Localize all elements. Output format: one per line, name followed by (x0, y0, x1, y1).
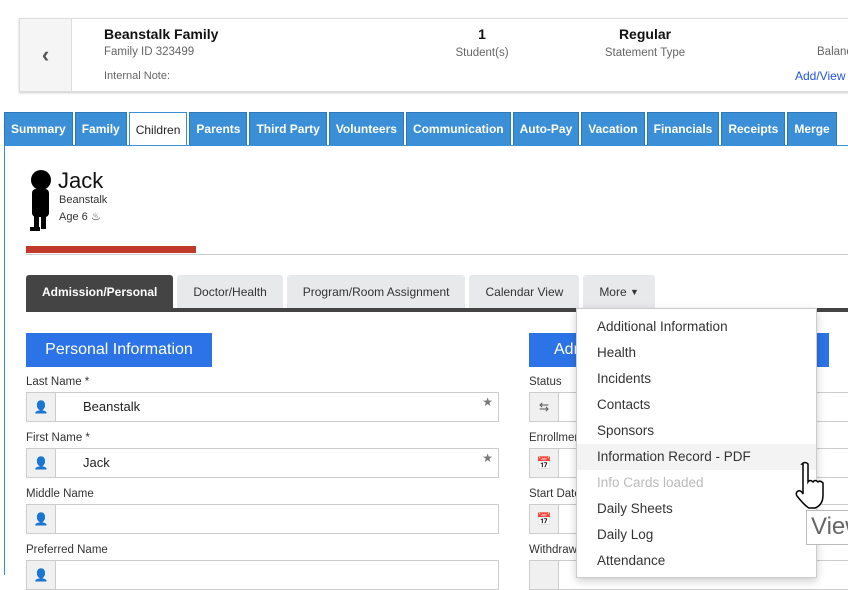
first-name-value: Jack (83, 455, 110, 470)
more-label: More (599, 285, 627, 299)
star-icon[interactable]: ★ (477, 393, 498, 421)
add-view-link[interactable]: Add/View (795, 69, 845, 83)
family-id: Family ID 323499 (104, 46, 195, 58)
tab-parents[interactable]: Parents (189, 112, 248, 145)
birthday-cake-icon: ♨ (90, 211, 101, 223)
user-icon: 👤 (27, 393, 56, 421)
child-first-name: Jack (58, 168, 104, 193)
subtab-calendar-view[interactable]: Calendar View (469, 275, 580, 309)
user-icon: 👤 (27, 561, 56, 589)
last-name-value: Beanstalk (83, 399, 141, 414)
students-label: Student(s) (455, 47, 509, 59)
tab-children[interactable]: Children (128, 112, 188, 146)
menu-item-additional-information[interactable]: Additional Information (577, 314, 816, 340)
middle-name-field[interactable]: 👤 (26, 504, 499, 534)
family-tabs: Summary Family Children Parents Third Party V… (4, 112, 837, 146)
statement-label: Statement Type (604, 47, 686, 59)
menu-item-info-cards-loaded: Info Cards loaded (597, 475, 704, 490)
tab-auto-pay[interactable]: Auto-Pay (512, 112, 580, 145)
calendar-plus-icon: 📅 (530, 449, 559, 477)
preferred-name-field[interactable]: 👤 (26, 560, 499, 590)
child-silhouette-icon (30, 170, 51, 231)
menu-item-sponsors[interactable]: Sponsors (577, 418, 816, 444)
menu-item-daily-log[interactable]: Daily Log (577, 522, 816, 548)
user-icon: 👤 (27, 505, 56, 533)
more-dropdown-menu: Additional Information Health Incidents Con… (576, 308, 817, 578)
personal-info-form: Last Name * 👤 Beanstalk ★ First Name * 👤 Ja… (26, 376, 499, 590)
child-age: Age 6 ♨ (59, 210, 101, 223)
statement-stat: Regular Statement Type (585, 26, 705, 59)
middle-name-value (56, 505, 498, 533)
first-name-field[interactable]: 👤 Jack ★ (26, 448, 499, 478)
tooltip: View (806, 510, 848, 545)
tab-third-party[interactable]: Third Party (249, 112, 327, 145)
exchange-icon: ⇆ (530, 393, 559, 421)
tab-summary[interactable]: Summary (4, 112, 73, 145)
subtab-more[interactable]: More ▼ (583, 275, 655, 309)
star-icon[interactable]: ★ (477, 449, 498, 477)
tab-vacation[interactable]: Vacation (581, 112, 645, 145)
tab-volunteers[interactable]: Volunteers (328, 112, 404, 145)
calendar-check-icon: 📅 (530, 505, 559, 533)
menu-item-health[interactable]: Health (577, 340, 816, 366)
age-text: Age 6 (59, 211, 88, 223)
tab-receipts[interactable]: Receipts (721, 112, 786, 145)
menu-item-contacts[interactable]: Contacts (577, 392, 816, 418)
divider (26, 254, 848, 255)
tab-merge[interactable]: Merge (787, 112, 837, 145)
last-name-field[interactable]: 👤 Beanstalk ★ (26, 392, 499, 422)
child-subtabs: Admission/Personal Doctor/Health Program… (26, 275, 655, 309)
child-last-name: Beanstalk (59, 194, 108, 206)
tab-communication[interactable]: Communication (405, 112, 511, 145)
menu-item-information-record-pdf[interactable]: Information Record - PDF (577, 444, 816, 470)
menu-item-daily-sheets[interactable]: Daily Sheets (577, 496, 816, 522)
last-name-label: Last Name * (26, 376, 90, 388)
statement-type: Regular (618, 26, 672, 42)
profile-progress-bar (26, 246, 196, 253)
calendar-icon (530, 561, 559, 589)
internal-note-label: Internal Note: (104, 70, 171, 82)
user-icon: 👤 (27, 449, 56, 477)
students-count: 1 (478, 26, 486, 42)
chevron-left-icon: ‹ (41, 42, 50, 67)
tab-family[interactable]: Family (74, 112, 127, 145)
tab-financials[interactable]: Financials (646, 112, 720, 145)
subtab-doctor-health[interactable]: Doctor/Health (177, 275, 283, 309)
subtab-program-room[interactable]: Program/Room Assignment (286, 275, 466, 309)
personal-info-header: Personal Information (26, 333, 212, 367)
hand-pointer-cursor-icon (795, 461, 824, 509)
preferred-name-label: Preferred Name (26, 544, 108, 556)
family-header: ‹ Beanstalk Family Family ID 323499 Inte… (19, 18, 848, 92)
menu-item-incidents[interactable]: Incidents (577, 366, 816, 392)
first-name-label: First Name * (26, 432, 90, 444)
back-button[interactable]: ‹ (20, 19, 72, 91)
middle-name-label: Middle Name (26, 488, 94, 500)
preferred-name-value (56, 561, 498, 589)
menu-item-attendance[interactable]: Attendance (577, 548, 816, 574)
students-stat: 1 Student(s) (422, 26, 542, 59)
caret-down-icon: ▼ (630, 287, 639, 297)
subtab-admission-personal[interactable]: Admission/Personal (26, 275, 174, 309)
family-name: Beanstalk Family (104, 26, 219, 42)
balance-label: Balance (817, 46, 848, 58)
